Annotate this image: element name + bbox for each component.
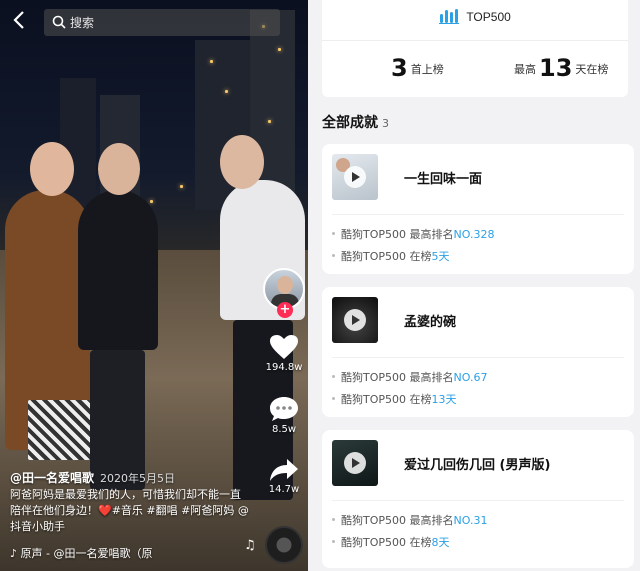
comment-count: 8.5w xyxy=(271,424,297,435)
video-player[interactable]: + 194.8w 8.5w 14.7w @田一名爱唱歌 2020年5月5日 阿爸阿… xyxy=(0,0,308,571)
rank-row: 酷狗TOP500 最高排名NO.328 xyxy=(332,226,494,242)
max-days-label: 天在榜 xyxy=(575,63,609,76)
person-skirt xyxy=(28,400,90,460)
chart-count-stat: 3 首上榜 xyxy=(388,54,444,82)
days-row: 酷狗TOP500 在榜13天 xyxy=(332,391,457,407)
days-prefix: 酷狗TOP500 在榜 xyxy=(341,536,432,549)
days-prefix: 酷狗TOP500 在榜 xyxy=(341,250,432,263)
days-row: 酷狗TOP500 在榜8天 xyxy=(332,534,450,550)
play-icon[interactable] xyxy=(344,309,366,331)
back-icon[interactable] xyxy=(8,10,30,34)
chart-achievements-panel: TOP500 3 首上榜 最高 13 天在榜 全部成就 3 一生回味一面 酷狗TOP50… xyxy=(308,0,640,571)
search-icon xyxy=(52,14,66,33)
music-note-icon: ♪ xyxy=(10,547,18,560)
like-button[interactable]: 194.8w xyxy=(260,334,308,373)
achievement-card[interactable]: 孟婆的碗 酷狗TOP500 最高排名NO.67 酷狗TOP500 在榜13天 xyxy=(322,287,634,417)
post-date: 2020年5月5日 xyxy=(100,472,176,485)
comment-icon xyxy=(260,396,308,422)
follow-button[interactable]: + xyxy=(277,302,293,318)
days-value: 8天 xyxy=(431,536,450,549)
max-days-value: 13 xyxy=(539,54,573,82)
section-title-text: 全部成就 xyxy=(322,115,378,131)
days-value: 5天 xyxy=(431,250,450,263)
rank-value: NO.31 xyxy=(453,514,488,527)
song-cover[interactable] xyxy=(332,297,378,343)
song-title: 孟婆的碗 xyxy=(404,315,457,330)
heart-icon xyxy=(260,334,308,360)
caption-text: 阿爸阿妈是最爱我们的人，可惜我们却不能一直陪伴在他们身边！❤️#音乐 #翻唱 #… xyxy=(10,488,249,533)
floating-note-icon: ♫ xyxy=(244,538,256,553)
chart-bars-icon xyxy=(439,9,466,24)
days-row: 酷狗TOP500 在榜5天 xyxy=(332,248,450,264)
rank-prefix: 酷狗TOP500 最高排名 xyxy=(341,371,454,384)
rank-row: 酷狗TOP500 最高排名NO.67 xyxy=(332,369,487,385)
share-button[interactable]: 14.7w xyxy=(260,458,308,495)
comment-button[interactable]: 8.5w xyxy=(260,396,308,435)
achievement-card[interactable]: 爱过几回伤几回 (男声版) 酷狗TOP500 最高排名NO.31 酷狗TOP50… xyxy=(322,430,634,568)
chart-count-value: 3 xyxy=(391,54,408,82)
person-head xyxy=(220,135,264,189)
search-box[interactable] xyxy=(44,9,280,36)
play-icon[interactable] xyxy=(344,452,366,474)
days-value: 13天 xyxy=(431,393,457,406)
share-icon xyxy=(260,458,308,482)
days-prefix: 酷狗TOP500 在榜 xyxy=(341,393,432,406)
rank-value: NO.328 xyxy=(453,228,495,241)
max-days-stat: 最高 13 天在榜 xyxy=(514,54,608,82)
section-title: 全部成就 3 xyxy=(322,112,389,132)
play-icon[interactable] xyxy=(344,166,366,188)
rank-row: 酷狗TOP500 最高排名NO.31 xyxy=(332,512,487,528)
music-disc[interactable] xyxy=(265,526,303,564)
music-row[interactable]: ♪ 原声 - @田一名爱唱歌（原 xyxy=(10,545,240,561)
music-title: 原声 - @田一名爱唱歌（原 xyxy=(20,547,153,560)
like-count: 194.8w xyxy=(265,362,303,373)
chart-count-label: 首上榜 xyxy=(410,63,444,76)
brand-title: TOP500 xyxy=(466,10,511,24)
rank-value: NO.67 xyxy=(453,371,488,384)
video-caption: @田一名爱唱歌 2020年5月5日 阿爸阿妈是最爱我们的人，可惜我们却不能一直陪伴… xyxy=(10,470,250,535)
person-head xyxy=(30,142,74,196)
max-days-prefix: 最高 xyxy=(514,63,536,76)
summary-card: TOP500 3 首上榜 最高 13 天在榜 xyxy=(322,0,628,97)
top-bar xyxy=(0,0,308,44)
rank-prefix: 酷狗TOP500 最高排名 xyxy=(341,228,454,241)
song-cover[interactable] xyxy=(332,440,378,486)
person-legs xyxy=(90,350,145,490)
song-title: 爱过几回伤几回 (男声版) xyxy=(404,458,551,473)
brand-header: TOP500 xyxy=(322,8,628,24)
author-name[interactable]: @田一名爱唱歌 xyxy=(10,471,94,485)
person-head xyxy=(98,143,140,195)
achievement-card[interactable]: 一生回味一面 酷狗TOP500 最高排名NO.328 酷狗TOP500 在榜5天 xyxy=(322,144,634,274)
search-input[interactable] xyxy=(70,12,270,33)
achievement-count: 3 xyxy=(382,117,389,130)
person-man-left xyxy=(78,190,158,350)
song-cover[interactable] xyxy=(332,154,378,200)
share-count: 14.7w xyxy=(268,484,300,495)
rank-prefix: 酷狗TOP500 最高排名 xyxy=(341,514,454,527)
song-title: 一生回味一面 xyxy=(404,172,483,187)
